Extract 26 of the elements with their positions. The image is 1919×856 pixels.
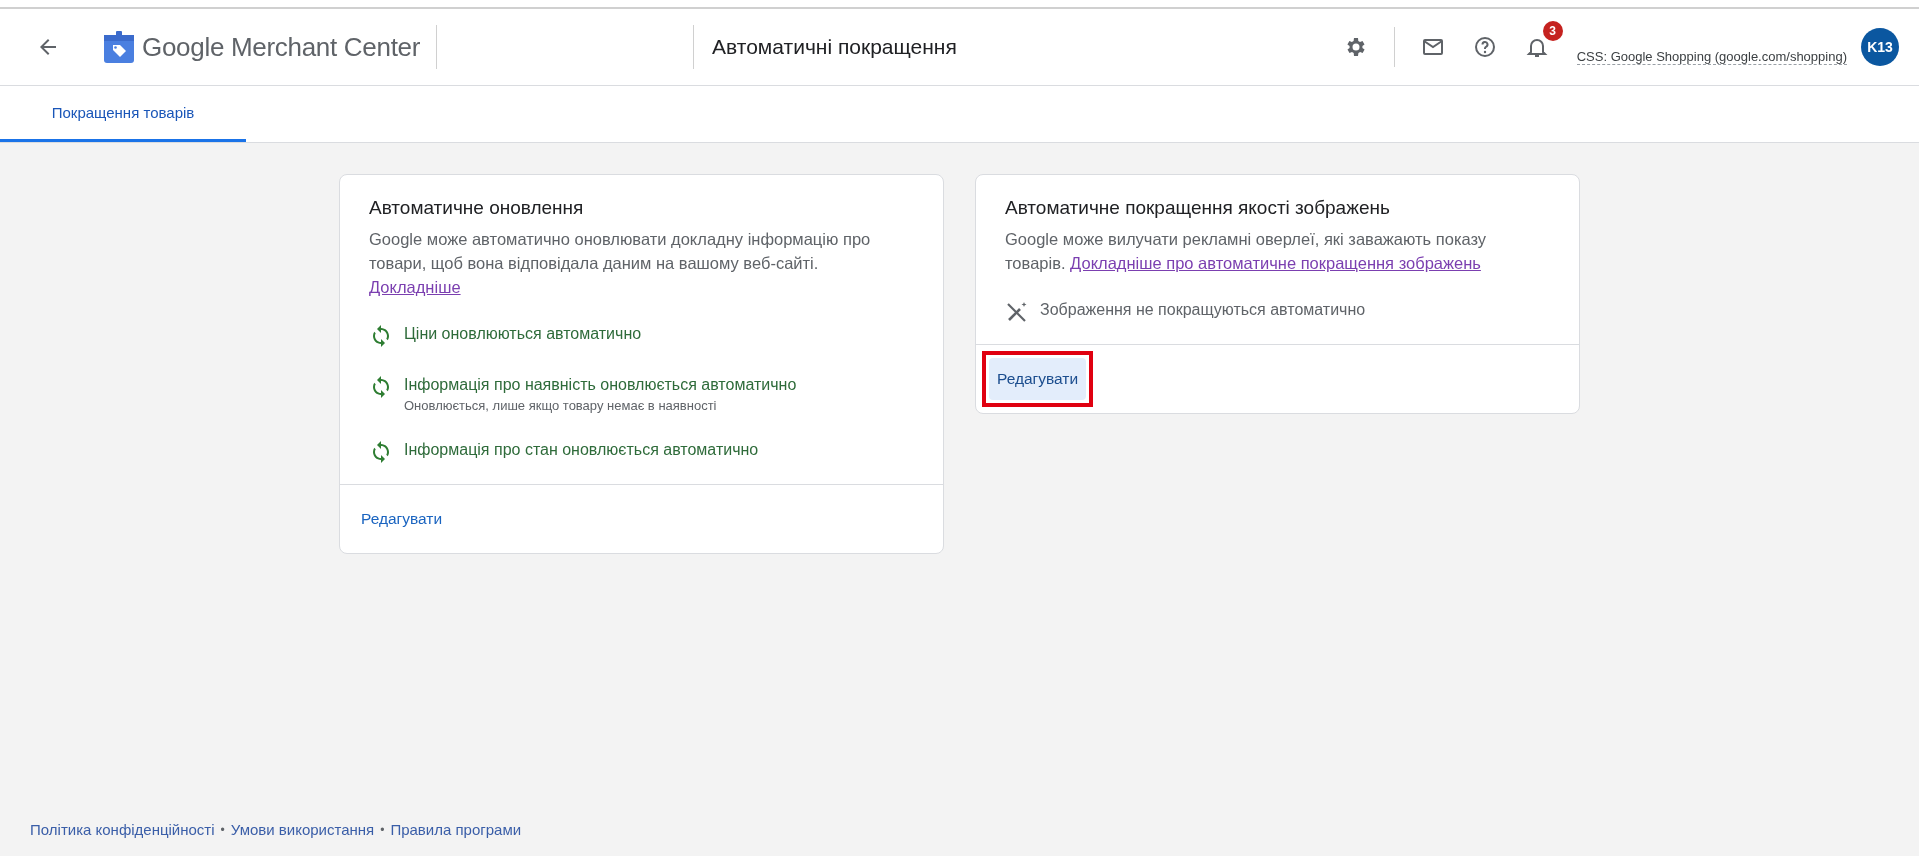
status-text: Інформація про наявність оновлюється автоматично [404, 376, 797, 394]
page-title: Автоматичні покращення [712, 35, 957, 59]
tab[interactable]: Покращення товарів [0, 86, 246, 142]
footer-link[interactable]: Умови використання [230, 821, 375, 838]
learn-more-link[interactable]: Докладніше про автоматичне покращення зображень [1070, 254, 1481, 272]
card-description: Google може автоматично оновлювати докладну інформацію про товари, щоб вона відповідала даним на вашому веб-сайті. Докладніше [369, 229, 872, 298]
status-text: Інформація про стан оновлюється автоматично [404, 441, 759, 459]
edit-button[interactable]: Редагувати [989, 358, 1087, 400]
separator-dot: • [380, 822, 385, 837]
separator-dot: • [220, 822, 225, 837]
account-link[interactable]: CSS: Google Shopping (google.com/shopping) [1576, 49, 1847, 65]
status-text: Зображення не покращуються автоматично [1040, 301, 1366, 319]
learn-more-link[interactable]: Докладніше [369, 278, 461, 296]
card-description: Google може вилучати рекламні оверлеї, які заважають показу товарів. Докладніше про автоматичне покращення зображень [1005, 229, 1488, 274]
footer-link[interactable]: Політика конфіденційності [30, 821, 215, 838]
status-text: Ціни оновлюються автоматично [404, 325, 642, 343]
notification-count: 3 [1542, 21, 1563, 41]
product-name: Google Merchant Center [142, 31, 421, 63]
footer-link[interactable]: Правила програми [390, 821, 522, 838]
card-title: Автоматичне оновлення [369, 197, 585, 219]
wand-off-icon [1005, 300, 1029, 324]
status-note: Оновлюється, лише якщо товару немає в наявності [404, 398, 718, 413]
avatar[interactable]: K13 [1861, 28, 1899, 66]
tag-logo-icon [104, 31, 134, 63]
card-title: Автоматичне покращення якості зображень [1005, 197, 1391, 219]
edit-button[interactable]: Редагувати [353, 498, 451, 540]
